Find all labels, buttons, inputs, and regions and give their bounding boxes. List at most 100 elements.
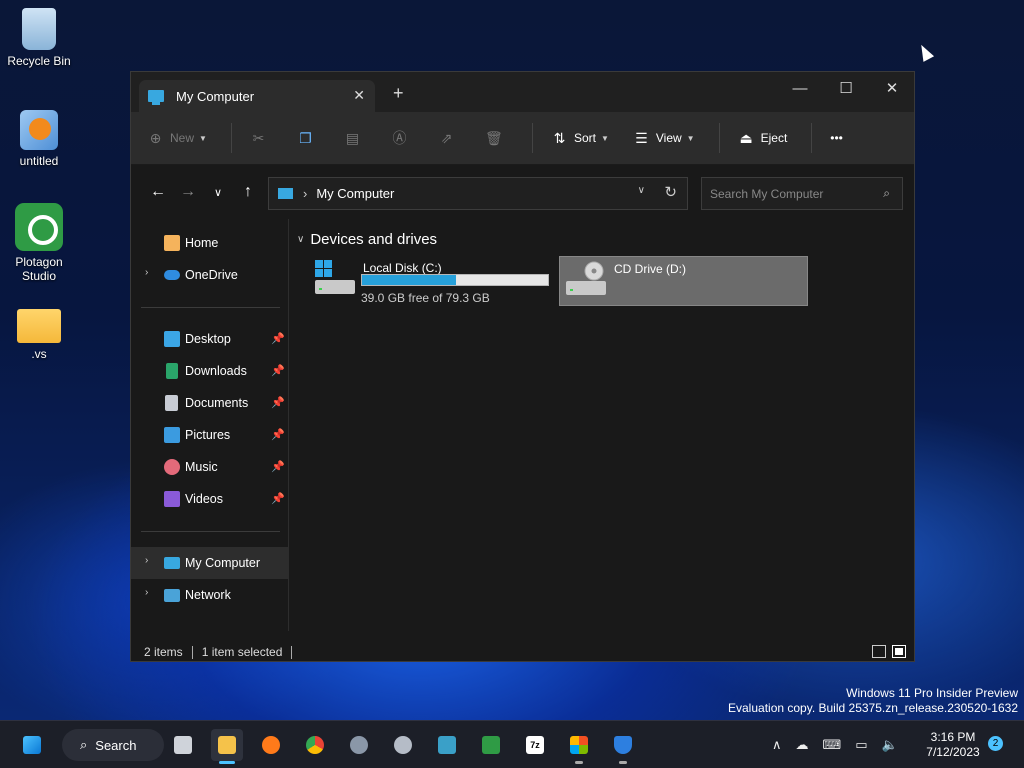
pictures-icon bbox=[164, 427, 180, 443]
new-tab-button[interactable]: + bbox=[393, 83, 404, 104]
drive-free-space: 39.0 GB free of 79.3 GB bbox=[361, 291, 490, 305]
sidebar-item-my-computer[interactable]: › My Computer bbox=[131, 547, 288, 579]
chevron-right-icon[interactable]: › bbox=[145, 555, 148, 566]
more-icon: ••• bbox=[830, 131, 843, 145]
sidebar-item-network[interactable]: › Network bbox=[131, 579, 288, 611]
cut-button[interactable]: ✂ bbox=[250, 130, 273, 147]
taskbar-settings-app[interactable] bbox=[343, 729, 375, 761]
chevron-right-icon[interactable]: › bbox=[145, 267, 148, 278]
keyboard-icon[interactable]: ⌨ bbox=[823, 737, 842, 753]
download-icon bbox=[166, 363, 178, 379]
plotagon-app-icon bbox=[15, 203, 63, 251]
recent-locations-button[interactable]: ∨ bbox=[203, 186, 233, 199]
network-icon[interactable]: ▭ bbox=[855, 737, 867, 753]
eject-icon: ⏏ bbox=[739, 129, 753, 146]
back-button[interactable]: ← bbox=[143, 183, 173, 201]
cloud-offline-icon[interactable]: ☁ bbox=[796, 737, 809, 753]
view-list-icon: ☰ bbox=[635, 129, 648, 146]
drive-item-cd-drive-d[interactable]: CD Drive (D:) bbox=[559, 256, 808, 306]
view-button[interactable]: ☰ View ▼ bbox=[633, 130, 695, 147]
rename-button[interactable]: Ⓐ bbox=[391, 130, 414, 147]
desktop-icon bbox=[164, 331, 180, 347]
taskbar-firefox[interactable] bbox=[255, 729, 287, 761]
running-indicator bbox=[575, 761, 583, 764]
maximize-button[interactable]: ☐ bbox=[823, 76, 869, 104]
drive-name: CD Drive (D:) bbox=[614, 262, 686, 276]
trash-icon: 🗑 bbox=[484, 129, 503, 146]
address-dropdown-icon[interactable]: ∨ bbox=[638, 185, 645, 196]
start-button[interactable] bbox=[16, 729, 48, 761]
item-count: 2 items bbox=[144, 645, 183, 659]
chevron-down-icon: ▼ bbox=[199, 133, 207, 143]
sidebar-item-onedrive[interactable]: › OneDrive bbox=[131, 259, 288, 291]
breadcrumb-my-computer[interactable]: My Computer bbox=[316, 186, 394, 201]
clock-date: 7/12/2023 bbox=[926, 745, 980, 759]
clock[interactable]: 3:16 PM 7/12/2023 bbox=[918, 730, 988, 760]
drive-item-local-disk-c[interactable]: Local Disk (C:) 39.0 GB free of 79.3 GB bbox=[309, 256, 554, 306]
sidebar-item-documents[interactable]: Documents 📌 bbox=[131, 387, 288, 419]
desktop-icon-label: .vs bbox=[31, 347, 47, 361]
sort-button[interactable]: ⇅ Sort ▼ bbox=[551, 130, 609, 147]
sidebar-item-home[interactable]: Home bbox=[131, 227, 288, 259]
pin-icon: 📌 bbox=[271, 493, 285, 505]
details-view-icon[interactable] bbox=[872, 645, 886, 658]
search-input[interactable]: Search My Computer ⌕ bbox=[701, 177, 903, 210]
taskbar-windows-security[interactable] bbox=[607, 729, 639, 764]
copy-button[interactable]: ❐ bbox=[297, 130, 320, 147]
taskbar-settings[interactable] bbox=[387, 729, 419, 761]
delete-button[interactable]: 🗑 bbox=[485, 130, 508, 147]
tiles-view-icon[interactable] bbox=[892, 645, 906, 658]
show-hidden-icons-icon[interactable]: ∧ bbox=[772, 737, 782, 753]
music-icon bbox=[164, 459, 180, 475]
computer-icon bbox=[164, 557, 180, 569]
refresh-icon[interactable]: ↻ bbox=[664, 183, 677, 201]
notification-badge[interactable]: 2 bbox=[988, 736, 1003, 751]
recycle-bin-icon bbox=[22, 8, 56, 50]
paste-button[interactable]: ▤ bbox=[344, 130, 367, 147]
gear-icon bbox=[394, 736, 412, 754]
taskbar-plotagon[interactable] bbox=[475, 729, 507, 761]
desktop-icon-plotagon-studio[interactable]: Plotagon Studio bbox=[0, 203, 78, 283]
taskbar-search-button[interactable]: ⌕ Search bbox=[62, 729, 164, 761]
taskbar-keyboard-app[interactable] bbox=[431, 729, 463, 761]
taskbar-file-explorer[interactable] bbox=[211, 729, 243, 764]
tab-my-computer[interactable]: My Computer ✕ bbox=[139, 80, 375, 112]
desktop-icon-recycle-bin[interactable]: Recycle Bin bbox=[0, 8, 78, 68]
desktop-icon-label: Recycle Bin bbox=[7, 54, 71, 68]
sidebar-item-music[interactable]: Music 📌 bbox=[131, 451, 288, 483]
toolbar-divider bbox=[718, 123, 720, 153]
more-options-button[interactable]: ••• bbox=[830, 131, 843, 145]
folder-icon bbox=[17, 309, 61, 343]
eject-button[interactable]: ⏏ Eject bbox=[738, 129, 787, 147]
sidebar-item-desktop[interactable]: Desktop 📌 bbox=[131, 323, 288, 355]
sidebar-item-label: Documents bbox=[185, 396, 249, 410]
command-bar: ⊕ New ▼ ✂ ❐ ▤ Ⓐ ⇗ 🗑 ⇅ Sort ▼ ☰ View ▼ ⏏ … bbox=[131, 112, 914, 165]
close-window-button[interactable]: ✕ bbox=[869, 76, 915, 104]
group-header-devices-and-drives[interactable]: ∨ Devices and drives bbox=[297, 231, 437, 248]
up-button[interactable]: ↑ bbox=[233, 183, 263, 201]
sidebar-item-videos[interactable]: Videos 📌 bbox=[131, 483, 288, 515]
sidebar-item-label: Downloads bbox=[185, 364, 247, 378]
sidebar-item-pictures[interactable]: Pictures 📌 bbox=[131, 419, 288, 451]
share-button[interactable]: ⇗ bbox=[438, 130, 461, 147]
taskbar-microsoft-store[interactable] bbox=[563, 729, 595, 764]
taskbar-chrome[interactable] bbox=[299, 729, 331, 761]
gear-icon bbox=[350, 736, 368, 754]
desktop-icon-untitled[interactable]: untitled bbox=[0, 110, 78, 168]
close-tab-icon[interactable]: ✕ bbox=[353, 87, 365, 104]
group-title: Devices and drives bbox=[310, 231, 438, 248]
sidebar-item-downloads[interactable]: Downloads 📌 bbox=[131, 355, 288, 387]
navigation-pane: Home › OneDrive Desktop 📌 Downloads 📌 Do… bbox=[131, 219, 289, 631]
running-indicator bbox=[219, 761, 235, 764]
desktop-icon-vs-folder[interactable]: .vs bbox=[0, 305, 78, 361]
address-bar[interactable]: › My Computer ∨ ↻ bbox=[268, 177, 688, 210]
new-button[interactable]: ⊕ New ▼ bbox=[147, 130, 207, 147]
pin-icon: 📌 bbox=[271, 365, 285, 377]
taskbar-7zip[interactable]: 7z bbox=[519, 729, 551, 761]
file-list: ∨ Devices and drives Local Disk (C:) 39.… bbox=[291, 219, 914, 631]
volume-icon[interactable]: 🔈 bbox=[882, 737, 898, 753]
minimize-button[interactable]: — bbox=[777, 76, 823, 104]
chevron-right-icon[interactable]: › bbox=[145, 587, 148, 598]
forward-button[interactable]: → bbox=[173, 183, 203, 201]
task-view-button[interactable] bbox=[167, 729, 199, 761]
